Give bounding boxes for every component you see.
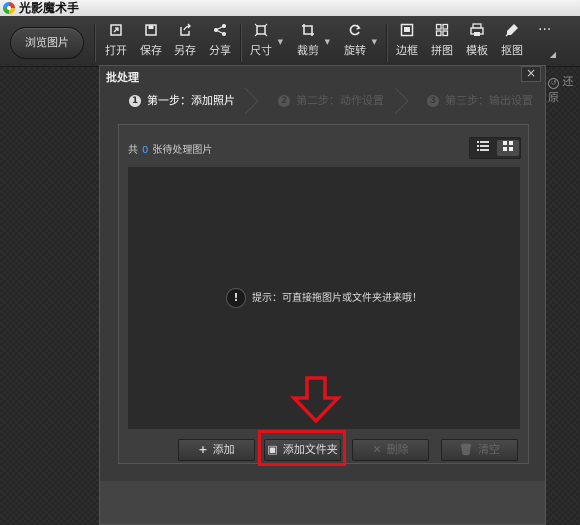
close-icon[interactable]: × <box>521 66 541 82</box>
crop-button[interactable]: 裁剪 ▼ <box>295 22 330 64</box>
toolbar-divider <box>386 24 388 62</box>
restore-icon: ↺ <box>548 78 559 89</box>
save-button[interactable]: 保存 <box>138 22 164 64</box>
browse-images-button[interactable]: 浏览图片 <box>10 27 84 59</box>
expand-triangle-icon[interactable]: ◢ <box>550 50 556 59</box>
border-button[interactable]: 边框 <box>394 22 420 64</box>
save-as-button[interactable]: 另存 <box>172 22 198 64</box>
toolbar-divider <box>240 24 242 62</box>
more-options-icon[interactable]: ··· <box>538 22 551 38</box>
exclamation-icon: ! <box>226 288 246 308</box>
delete-button[interactable]: ✕ 删除 <box>352 439 429 461</box>
rotate-button[interactable]: 旋转 ▼ <box>342 22 377 64</box>
clear-button[interactable]: 🗑 清空 <box>441 439 518 461</box>
step-1: 1 第一步：添加照片 <box>129 88 235 114</box>
resize-icon <box>248 22 274 44</box>
share-icon <box>207 22 233 44</box>
dialog-title: 批处理 <box>106 71 139 84</box>
grid-view-icon[interactable] <box>497 140 519 156</box>
trash-icon: 🗑 <box>459 443 473 456</box>
collage-icon <box>429 22 455 44</box>
open-icon <box>103 22 129 44</box>
delete-x-icon: ✕ <box>372 443 382 456</box>
annotation-highlight-box <box>258 430 346 466</box>
toolbar-divider <box>94 24 96 62</box>
crop-icon <box>295 22 321 44</box>
chevron-down-icon[interactable]: ▼ <box>278 38 283 46</box>
template-button[interactable]: 模板 <box>464 22 490 64</box>
restore-button[interactable]: ↺ 还原 <box>548 73 580 105</box>
chevron-down-icon[interactable]: ▼ <box>325 38 330 46</box>
chevron-down-icon[interactable]: ▼ <box>372 38 377 46</box>
collage-button[interactable]: 拼图 <box>429 22 455 64</box>
cutout-icon <box>499 22 525 44</box>
save-icon <box>138 22 164 44</box>
drag-hint: ! 提示：可直接拖图片或文件夹进来哦！ <box>226 288 422 308</box>
step-indicator: 1 第一步：添加照片 2 第二步：动作设置 3 第三步：输出设置 <box>100 88 547 114</box>
add-button[interactable]: + 添加 <box>178 439 255 461</box>
open-button[interactable]: 打开 <box>103 22 129 64</box>
annotation-down-arrow-icon <box>290 376 342 424</box>
border-icon <box>394 22 420 44</box>
batch-process-dialog: 批处理 × 1 第一步：添加照片 2 第二步：动作设置 3 第三步：输出设置 共 0 张待… <box>99 65 546 525</box>
list-view-icon[interactable] <box>472 140 494 156</box>
rotate-icon <box>342 22 368 44</box>
save-as-icon <box>172 22 198 44</box>
pending-count: 共 0 张待处理图片 <box>128 145 213 156</box>
title-bar: 光影魔术手 <box>0 0 580 16</box>
app-title: 光影魔术手 <box>19 1 80 15</box>
cutout-button[interactable]: 抠图 <box>499 22 525 64</box>
pending-count-value: 0 <box>142 145 149 156</box>
resize-button[interactable]: 尺寸 ▼ <box>248 22 283 64</box>
plus-icon: + <box>198 443 208 456</box>
step-3: 3 第三步：输出设置 <box>427 88 533 114</box>
main-toolbar: 浏览图片 打开 保存 另存 分享 尺寸 ▼ 裁剪 ▼ 旋转 ▼ 边框 拼图 模板… <box>0 16 580 67</box>
template-icon <box>464 22 490 44</box>
step-2: 2 第二步：动作设置 <box>278 88 384 114</box>
dialog-footer <box>100 481 545 524</box>
view-mode-toggle <box>469 137 521 159</box>
share-button[interactable]: 分享 <box>207 22 233 64</box>
app-logo-icon <box>3 2 15 14</box>
